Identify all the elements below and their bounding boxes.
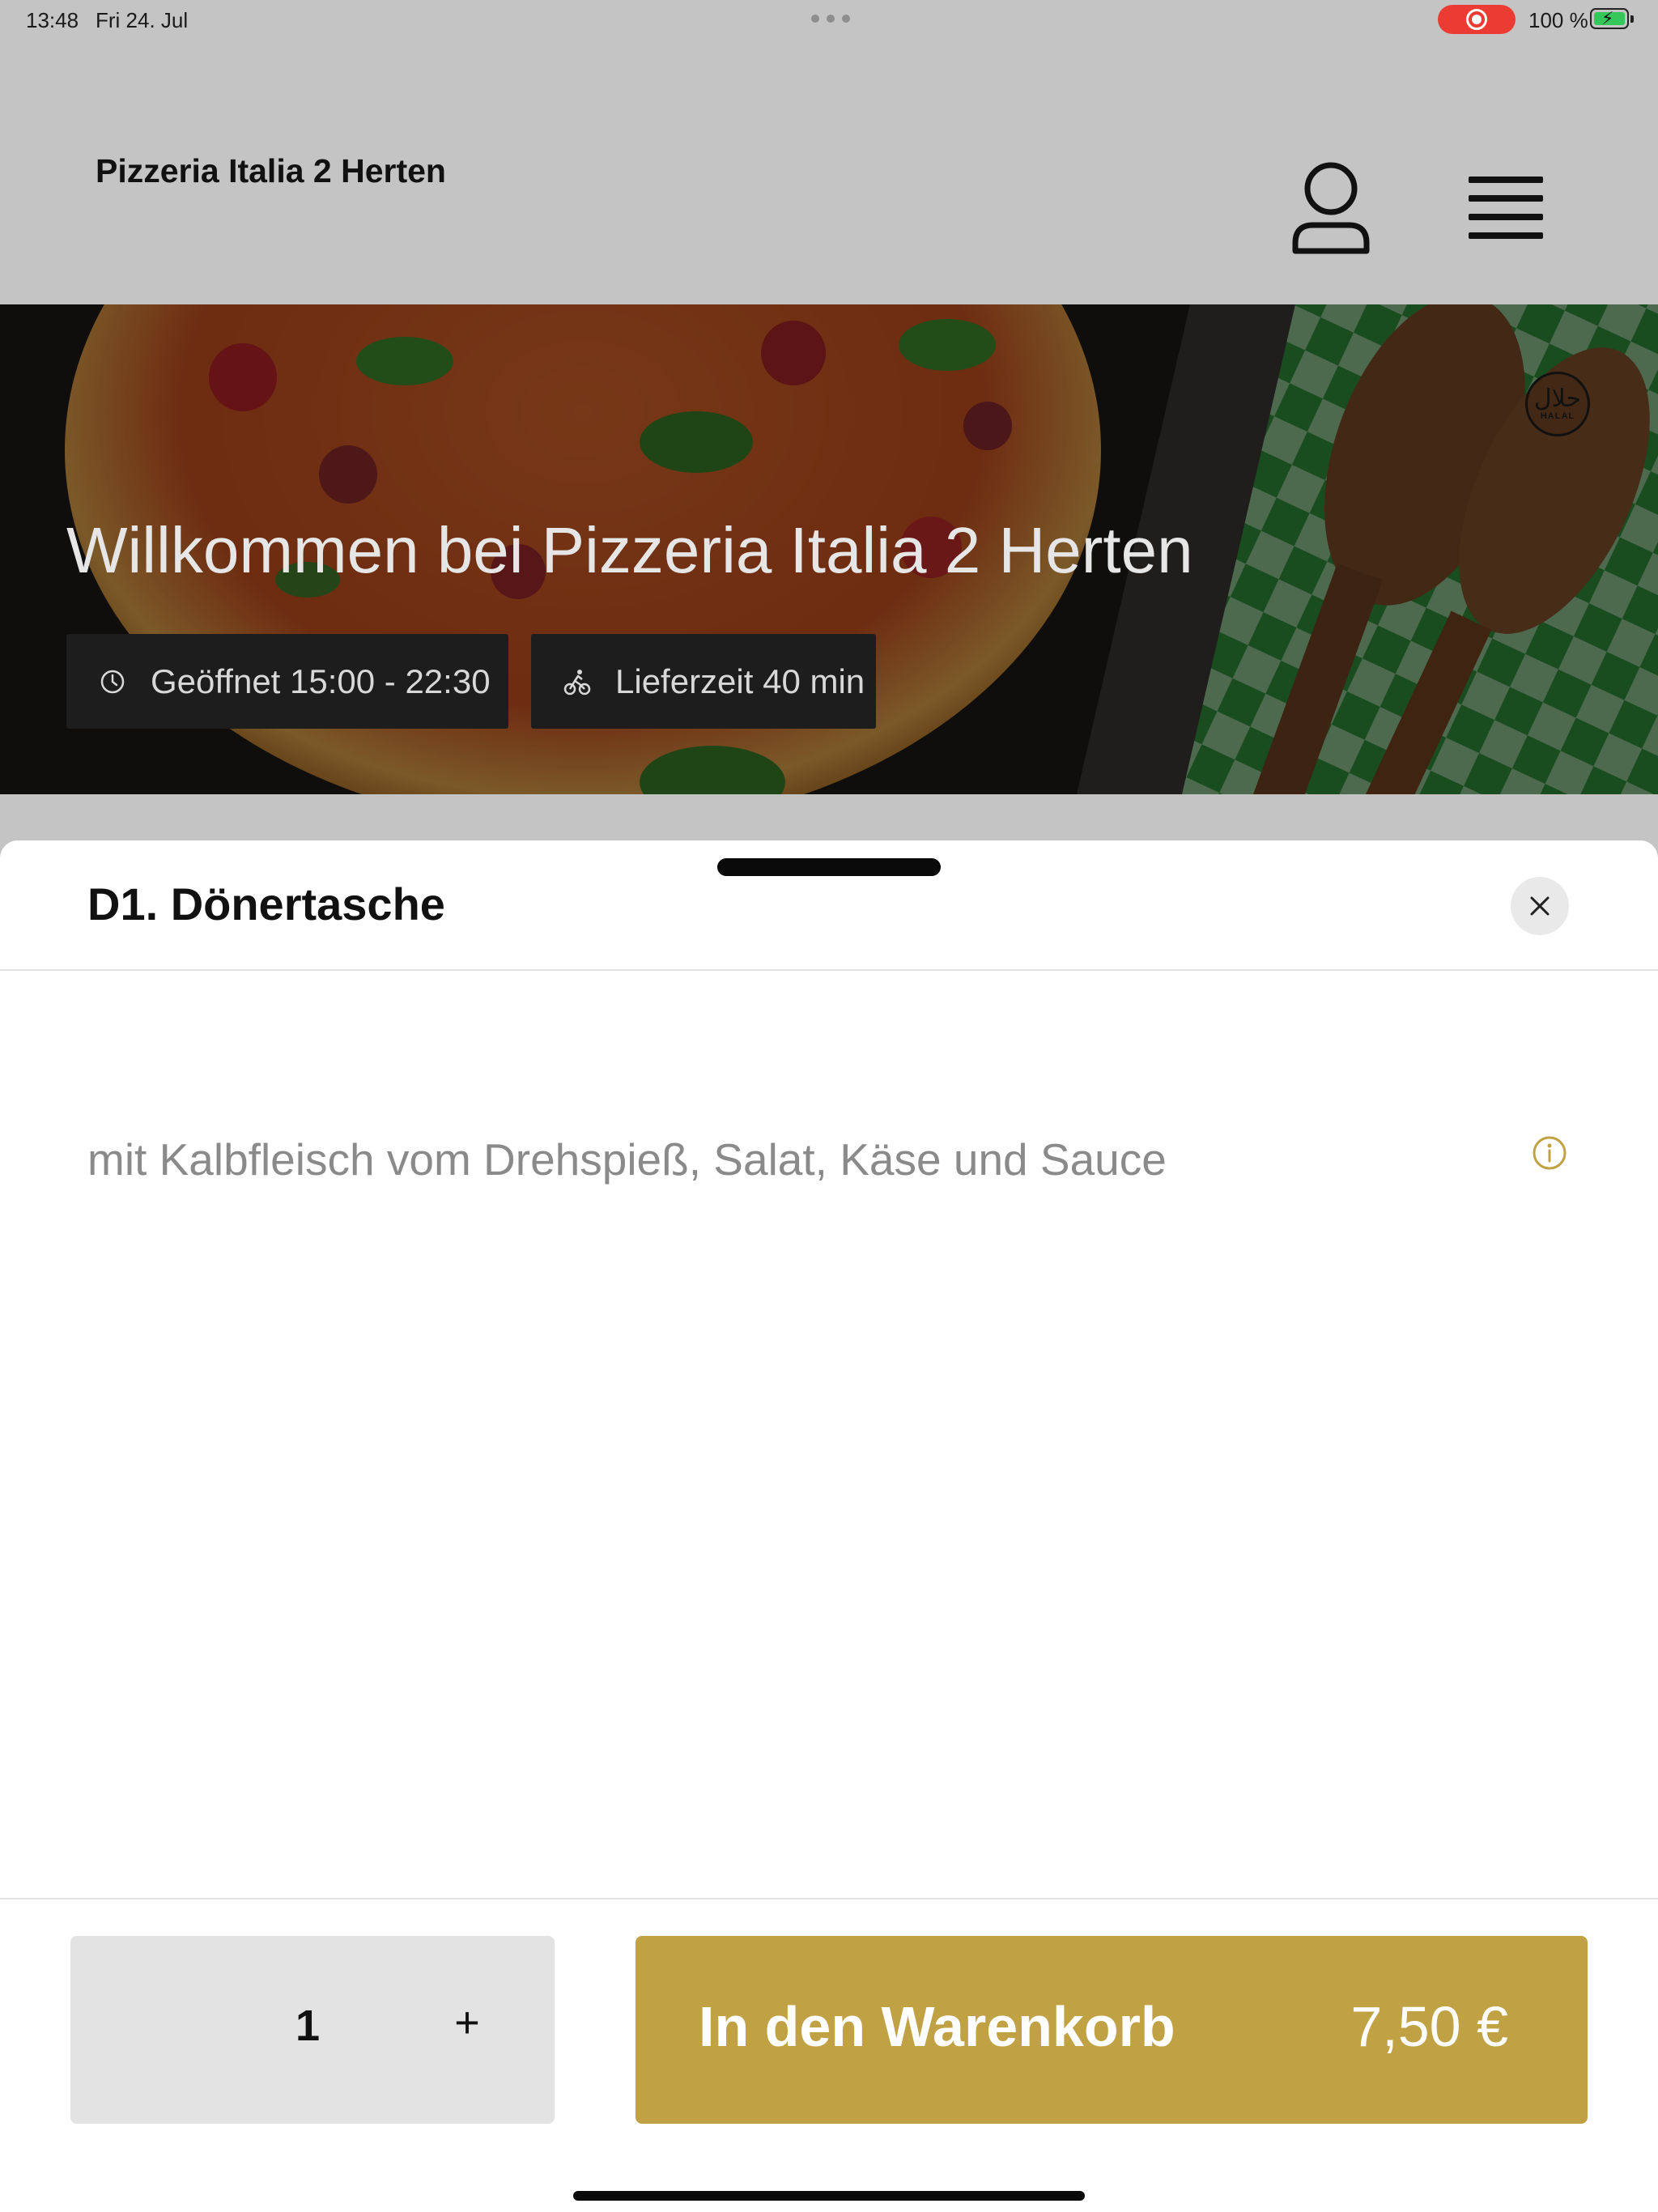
site-title[interactable]: Pizzeria Italia 2 Herten bbox=[96, 152, 446, 190]
delivery-time-badge: Lieferzeit 40 min bbox=[531, 634, 876, 729]
info-icon[interactable] bbox=[1532, 1135, 1567, 1171]
clock-icon bbox=[100, 670, 125, 693]
product-description: mit Kalbfleisch vom Drehspieß, Salat, Kä… bbox=[87, 1134, 1167, 1185]
footer-divider bbox=[0, 1898, 1658, 1899]
battery-percentage: 100 % bbox=[1528, 8, 1588, 32]
add-to-cart-button[interactable]: In den Warenkorb 7,50 € bbox=[636, 1936, 1588, 2124]
screen-record-icon[interactable] bbox=[1438, 5, 1516, 34]
status-date: Fri 24. Jul bbox=[96, 8, 189, 32]
close-icon bbox=[1530, 896, 1550, 916]
multitasking-dots-icon[interactable] bbox=[811, 15, 850, 23]
product-sheet: D1. Dönertasche mit Kalbfleisch vom Dreh… bbox=[0, 840, 1658, 2212]
price-label: 7,50 € bbox=[1350, 1995, 1508, 2058]
add-to-cart-label: In den Warenkorb bbox=[699, 1995, 1175, 2058]
halal-label: HALAL bbox=[1540, 411, 1575, 421]
halal-icon: حلال HALAL bbox=[1525, 372, 1590, 436]
home-indicator[interactable] bbox=[573, 2191, 1085, 2201]
hero-title: Willkommen bei Pizzeria Italia 2 Herten bbox=[66, 514, 1193, 586]
cyclist-icon bbox=[563, 669, 591, 695]
hero-banner: حلال HALAL Willkommen bei Pizzeria Itali… bbox=[0, 304, 1658, 794]
header-divider bbox=[0, 969, 1658, 971]
opening-hours-badge: Geöffnet 15:00 - 22:30 bbox=[66, 634, 508, 729]
opening-hours-text: Geöffnet 15:00 - 22:30 bbox=[151, 661, 491, 700]
status-time: 13:48 bbox=[26, 8, 79, 32]
quantity-value: 1 bbox=[295, 2001, 321, 2050]
hamburger-menu-icon[interactable] bbox=[1464, 172, 1548, 245]
product-title: D1. Dönertasche bbox=[87, 878, 445, 929]
battery-charging-icon: ⚡ bbox=[1590, 8, 1634, 29]
sheet-grabber[interactable] bbox=[717, 858, 941, 876]
halal-arabic-text: حلال bbox=[1533, 385, 1582, 413]
close-button[interactable] bbox=[1511, 877, 1569, 935]
site-header: Pizzeria Italia 2 Herten bbox=[0, 39, 1658, 304]
status-bar: 13:48 Fri 24. Jul 100 % ⚡ bbox=[0, 0, 1658, 39]
user-icon[interactable] bbox=[1289, 160, 1373, 257]
quantity-stepper: 1 + bbox=[70, 1936, 555, 2124]
delivery-time-text: Lieferzeit 40 min bbox=[615, 661, 865, 700]
quantity-increase-button[interactable]: + bbox=[435, 1986, 500, 2059]
